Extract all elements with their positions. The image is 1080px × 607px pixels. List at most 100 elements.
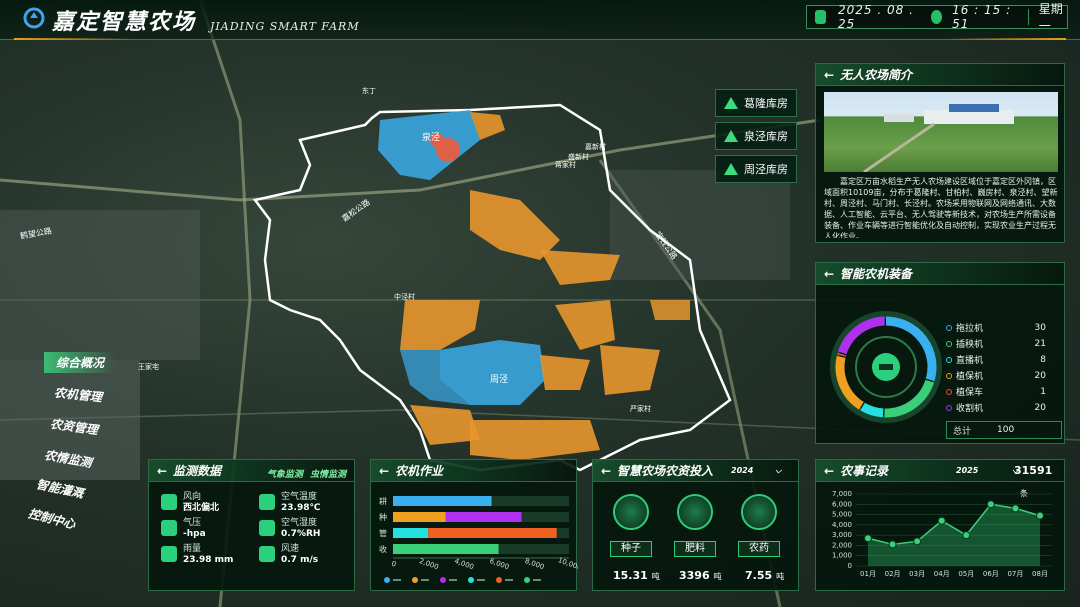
machinery-panel: ← 智能农机装备 拖拉机 30 插秧机 21 直播机 8 植保机 20 植保车 1 收割机 20 总计… (815, 262, 1065, 444)
mon-label: 雨量 (183, 544, 202, 554)
donut-slice (860, 402, 884, 418)
y-tick-label: 4,000 (832, 521, 852, 529)
back-arrow-icon: ← (824, 464, 835, 478)
humidity-icon (259, 520, 275, 536)
x-tick-label: 6,000 (488, 557, 510, 571)
inputs-title: ← 智慧农场农资投入 2024 ⌵ (593, 460, 798, 482)
legend-value: 20 (1034, 402, 1046, 413)
warehouse-icon (724, 130, 738, 142)
x-tick-label: 4,000 (453, 557, 475, 571)
bar-segment (393, 512, 446, 522)
mon-value: 0.7%RH (281, 529, 321, 539)
map-label-quanjing: 泉泾 (422, 133, 441, 143)
inputs-title-text: 智慧农场农资投入 (617, 464, 714, 478)
page-title: 嘉定智慧农场 (52, 10, 197, 35)
machinery-title-text: 智能农机装备 (840, 267, 913, 281)
pesticide-button[interactable]: 农药 (738, 541, 780, 557)
store-gelong[interactable]: 葛隆库房 (715, 89, 797, 117)
x-tick-label: 8,000 (524, 557, 546, 571)
monitor-title-text: 监测数据 (173, 464, 222, 478)
data-point (937, 516, 946, 525)
x-tick-label: 01月 (860, 570, 876, 578)
legend-dot (946, 404, 952, 411)
total-value: 100 (997, 425, 1015, 435)
legend-value: 21 (1034, 338, 1046, 349)
records-title: ← 农事记录 2025 ⌵ 31591条 (816, 460, 1064, 498)
monitor-item-pressure: 气压 -hpa (161, 518, 206, 540)
clock-icon (931, 10, 943, 24)
nav-overview[interactable]: 综合概况 (44, 352, 117, 373)
data-point (986, 500, 995, 509)
y-tick-label: 7,000 (832, 490, 852, 498)
category-label: 管 (379, 528, 387, 538)
data-point (888, 540, 897, 549)
legend-label: 植保车 (956, 388, 984, 398)
mon-value: 23.98 mm (183, 555, 234, 565)
unit-text: 吨 (713, 572, 722, 581)
bar-segment (445, 512, 522, 522)
legend-value: 20 (1034, 370, 1046, 381)
legend-line (393, 579, 401, 581)
legend-value: 1 (1040, 386, 1046, 397)
count-value: 31591 (1014, 464, 1053, 477)
farmwork-title: ← 农机作业 (371, 460, 576, 482)
records-panel: ← 农事记录 2025 ⌵ 31591条 0 1,000 2,000 3,000 4,00… (815, 459, 1065, 591)
year-value: 2024 (731, 466, 754, 475)
store-quanjing[interactable]: 泉泾库房 (715, 122, 797, 150)
map-label-wangjia: 王家宅 (138, 363, 159, 371)
wind-speed-icon (259, 546, 275, 562)
legend-value: 8 (1040, 354, 1046, 365)
bar-segment (428, 528, 557, 538)
back-arrow-icon: ← (157, 464, 168, 478)
inputs-panel: ← 智慧农场农资投入 2024 ⌵ 种子 肥料 农药 15.31 吨 3396 吨 7… (592, 459, 799, 591)
map-label-zhoujing: 周泾 (490, 375, 509, 385)
legend-item: 拖拉机 30 (946, 321, 1058, 334)
bar-segment (393, 544, 499, 554)
value-text: 3396 (679, 569, 710, 582)
y-tick-label: 6,000 (832, 500, 852, 508)
x-tick-label: 07月 (1007, 570, 1023, 578)
monitor-item-rainfall: 雨量 23.98 mm (161, 544, 233, 566)
seed-icon (613, 494, 649, 530)
total-label: 总计 (953, 426, 972, 437)
farmwork-panel: ← 农机作业 耕种管收 0 2,000 4,000 6,000 8,000 10,000 (370, 459, 578, 591)
records-year-select[interactable]: 2025 ⌵ (956, 460, 1018, 482)
y-tick-label: 1,000 (832, 552, 852, 560)
warehouse-icon (724, 97, 738, 109)
data-point (864, 534, 872, 543)
tractor-icon-body (879, 364, 893, 370)
tab-weather[interactable]: 气象监测 (267, 470, 303, 480)
store-zhoujing[interactable]: 周泾库房 (715, 155, 797, 183)
legend-dot (946, 356, 952, 363)
divider (1027, 9, 1029, 25)
warehouse-icon (724, 163, 738, 175)
back-arrow-icon: ← (601, 464, 612, 478)
map-label-zhongjingcun: 中泾村 (394, 293, 415, 301)
page-subtitle: JIADING SMART FARM (210, 20, 360, 33)
back-arrow-icon: ← (824, 68, 835, 82)
mon-label: 风向 (183, 492, 202, 502)
x-tick-label: 04月 (934, 570, 950, 578)
machinery-donut-chart (830, 311, 942, 423)
y-tick-label: 0 (848, 562, 852, 570)
category-label: 耕 (379, 496, 387, 506)
tab-insect[interactable]: 虫情监测 (310, 470, 346, 480)
data-point (1011, 504, 1020, 513)
rain-icon (161, 546, 177, 562)
date-text: 2025 . 08 . 25 (838, 3, 914, 31)
x-tick-label: 03月 (909, 570, 925, 578)
category-label: 种 (379, 512, 387, 522)
fertilizer-button[interactable]: 肥料 (674, 541, 716, 557)
mon-label: 空气温度 (281, 492, 318, 502)
inputs-year-select[interactable]: 2024 ⌵ (731, 460, 781, 482)
records-area-chart: 0 1,000 2,000 3,000 4,000 5,000 6,000 7,000 01月 0… (832, 490, 1052, 578)
seed-button[interactable]: 种子 (610, 541, 652, 557)
category-label: 收 (379, 544, 387, 554)
header-accent-right (946, 38, 1066, 40)
back-arrow-icon: ← (824, 267, 835, 281)
x-tick-label: 05月 (958, 570, 974, 578)
fertilizer-icon (677, 494, 713, 530)
legend-item: 植保车 1 (946, 385, 1058, 398)
legend-label: 直播机 (956, 356, 984, 366)
farm-photo-art (863, 104, 1014, 172)
